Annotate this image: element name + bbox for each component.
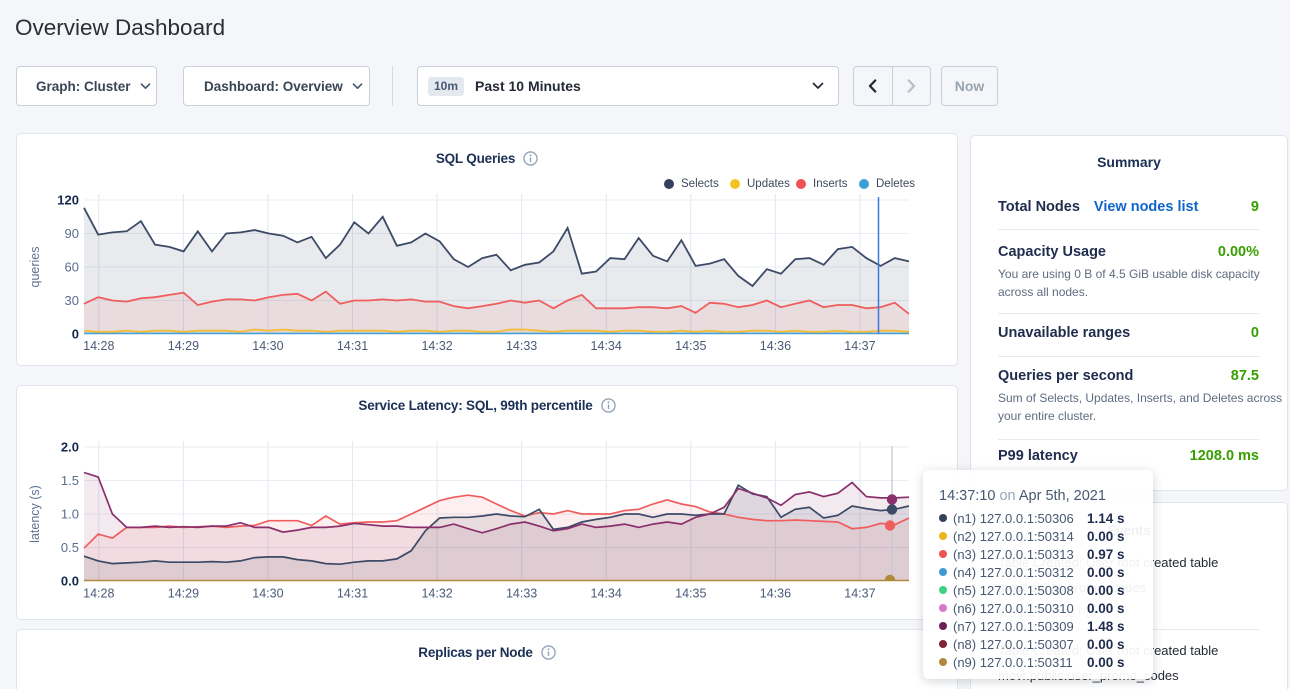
svg-text:14:37: 14:37 bbox=[844, 339, 875, 353]
svg-text:14:35: 14:35 bbox=[675, 587, 706, 601]
svg-text:30: 30 bbox=[65, 293, 79, 308]
svg-text:14:35: 14:35 bbox=[675, 339, 706, 353]
svg-text:14:30: 14:30 bbox=[252, 339, 283, 353]
svg-text:0: 0 bbox=[72, 327, 79, 342]
svg-text:60: 60 bbox=[65, 260, 79, 275]
svg-text:14:30: 14:30 bbox=[252, 587, 283, 601]
svg-text:2.0: 2.0 bbox=[61, 440, 79, 455]
svg-text:14:34: 14:34 bbox=[591, 587, 622, 601]
svg-text:0.5: 0.5 bbox=[61, 540, 79, 555]
svg-text:14:37: 14:37 bbox=[844, 587, 875, 601]
svg-text:14:31: 14:31 bbox=[337, 339, 368, 353]
svg-text:14:36: 14:36 bbox=[760, 339, 791, 353]
svg-text:1.0: 1.0 bbox=[61, 507, 79, 522]
svg-text:14:33: 14:33 bbox=[506, 339, 537, 353]
svg-text:1.5: 1.5 bbox=[61, 473, 79, 488]
svg-text:90: 90 bbox=[65, 226, 79, 241]
svg-text:latency (s): latency (s) bbox=[28, 485, 42, 543]
svg-text:queries: queries bbox=[28, 247, 42, 288]
svg-text:14:33: 14:33 bbox=[506, 587, 537, 601]
svg-text:14:32: 14:32 bbox=[421, 339, 452, 353]
svg-text:14:28: 14:28 bbox=[83, 339, 114, 353]
svg-text:14:34: 14:34 bbox=[591, 339, 622, 353]
svg-text:14:29: 14:29 bbox=[168, 339, 199, 353]
svg-text:14:28: 14:28 bbox=[83, 587, 114, 601]
svg-text:14:29: 14:29 bbox=[168, 587, 199, 601]
svg-text:14:32: 14:32 bbox=[421, 587, 452, 601]
svg-text:0.0: 0.0 bbox=[61, 574, 79, 589]
svg-text:14:36: 14:36 bbox=[760, 587, 791, 601]
svg-text:14:31: 14:31 bbox=[337, 587, 368, 601]
svg-text:120: 120 bbox=[57, 193, 79, 208]
